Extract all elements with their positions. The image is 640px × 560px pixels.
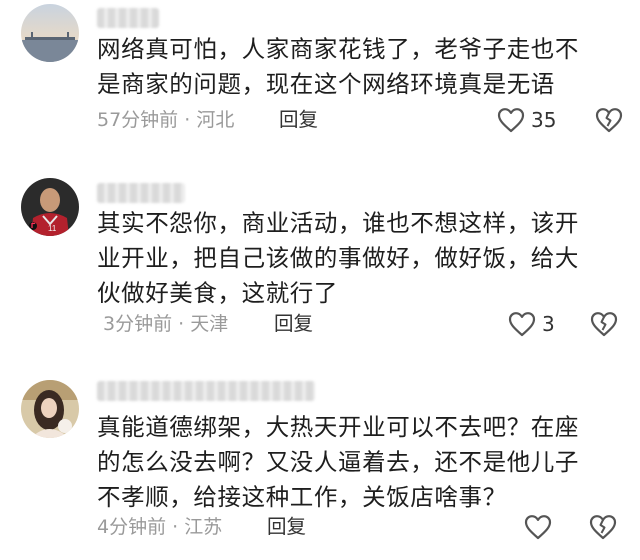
comment-item: 网络真可怕，人家商家花钱了，老爷子走也不 是商家的问题，现在这个网络环境真是无语… xyxy=(0,0,640,150)
comment-item: 真能道德绑架，大热天开业可以不去吧？在座 的怎么没去啊？又没人逼着去，还不是他儿… xyxy=(0,372,640,558)
comment-time: 4分钟前 xyxy=(97,516,167,538)
comment-time: 3分钟前 xyxy=(103,313,173,335)
comment-meta: 57分钟前 · 河北 xyxy=(97,108,234,132)
broken-heart-icon xyxy=(589,515,617,540)
comment-meta: 4分钟前 · 江苏 xyxy=(97,515,222,539)
comment-text: 真能道德绑架，大热天开业可以不去吧？在座 的怎么没去啊？又没人逼着去，还不是他儿… xyxy=(97,413,579,511)
username-blurred[interactable] xyxy=(97,183,185,203)
comment-location: 江苏 xyxy=(184,516,223,538)
dislike-button[interactable] xyxy=(589,514,617,540)
heart-icon xyxy=(524,515,552,540)
like-button[interactable]: 3 xyxy=(508,310,555,338)
avatar[interactable]: 11 xyxy=(21,178,79,236)
dislike-button[interactable] xyxy=(590,311,618,337)
avatar[interactable] xyxy=(21,4,79,62)
dislike-button[interactable] xyxy=(595,107,623,133)
comment-text: 网络真可怕，人家商家花钱了，老爷子走也不 是商家的问题，现在这个网络环境真是无语 xyxy=(97,35,579,98)
basketball-player-avatar-icon: 11 xyxy=(21,178,79,236)
landscape-avatar-icon xyxy=(21,4,79,62)
comment-location: 河北 xyxy=(196,109,235,131)
comment-item: 11 其实不怨你，商业活动，谁也不想这样，该开 业开业，把自己该做的事做好，做好… xyxy=(0,170,640,350)
meta-separator: · xyxy=(172,313,191,335)
broken-heart-icon xyxy=(595,108,623,133)
heart-icon xyxy=(497,108,525,133)
comment-time: 57分钟前 xyxy=(97,109,179,131)
comment-location: 天津 xyxy=(190,313,229,335)
reply-button[interactable]: 回复 xyxy=(267,515,306,539)
meta-separator: · xyxy=(166,516,185,538)
like-count: 35 xyxy=(531,108,557,132)
like-button[interactable]: 35 xyxy=(497,106,556,134)
like-count: 3 xyxy=(542,312,555,336)
girl-portrait-avatar-icon xyxy=(21,380,79,438)
username-blurred[interactable] xyxy=(97,8,159,28)
reply-button[interactable]: 回复 xyxy=(279,108,318,132)
comment-text: 其实不怨你，商业活动，谁也不想这样，该开 业开业，把自己该做的事做好，做好饭，给… xyxy=(97,209,579,307)
reply-button[interactable]: 回复 xyxy=(274,312,313,336)
comment-meta: 3分钟前 · 天津 xyxy=(103,312,228,336)
avatar[interactable] xyxy=(21,380,79,438)
svg-text:11: 11 xyxy=(48,224,57,233)
broken-heart-icon xyxy=(590,312,618,337)
meta-separator: · xyxy=(178,109,197,131)
username-blurred[interactable] xyxy=(97,381,315,401)
like-button[interactable] xyxy=(524,513,558,541)
heart-icon xyxy=(508,312,536,337)
